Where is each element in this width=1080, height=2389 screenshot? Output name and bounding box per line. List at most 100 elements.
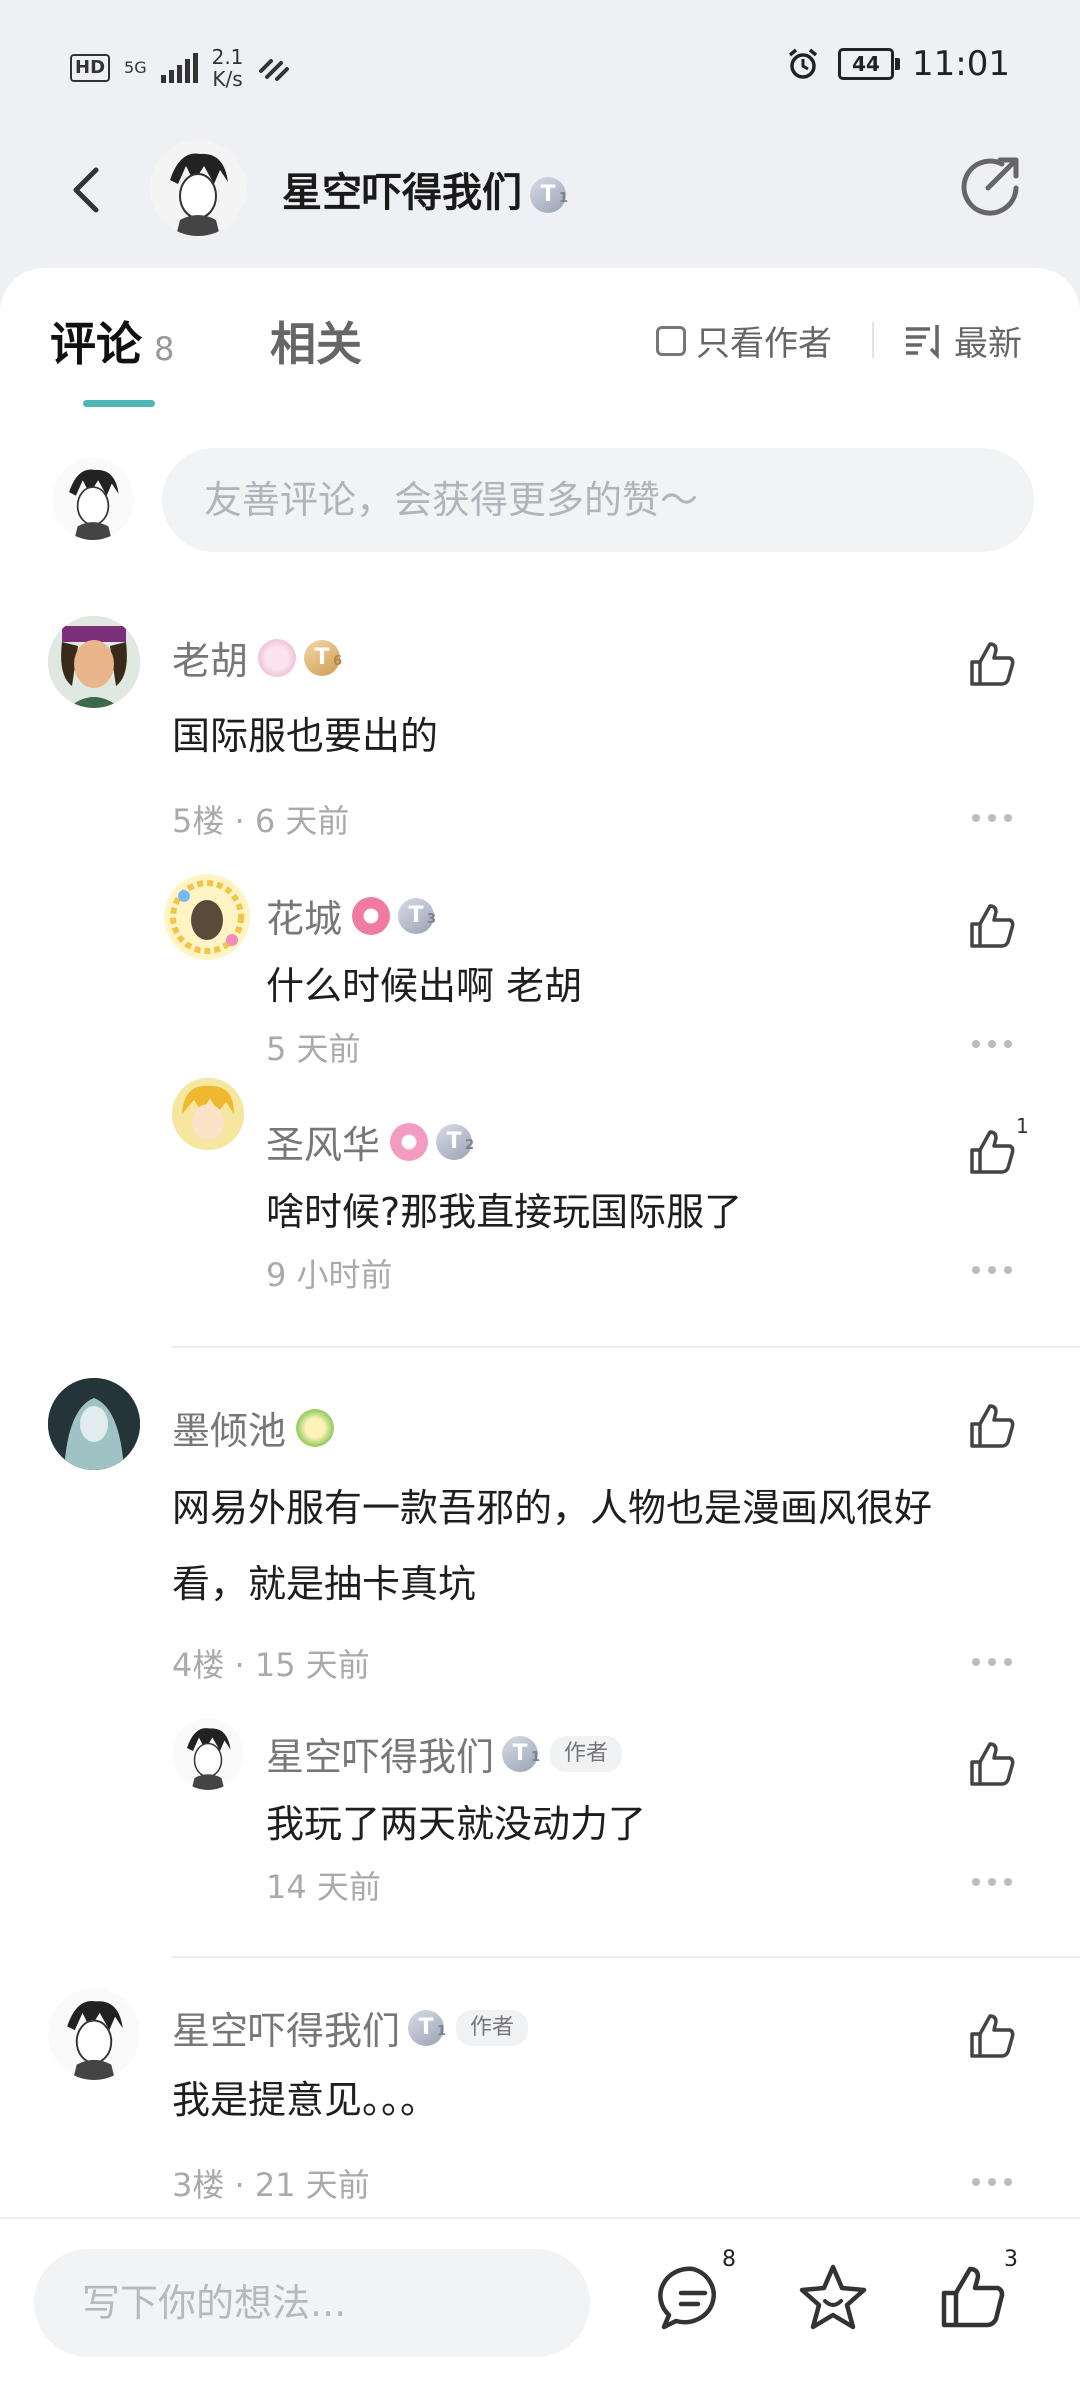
- divider: [172, 1346, 1080, 1348]
- alarm-icon: [788, 48, 818, 79]
- more-options-icon[interactable]: [972, 2178, 1012, 2188]
- hd-indicator: HD: [70, 54, 111, 82]
- sort-button[interactable]: 最新: [904, 316, 1022, 365]
- reply-text: 啥时候?那我直接玩国际服了: [266, 1190, 743, 1234]
- reply-avatar[interactable]: [164, 874, 250, 960]
- like-count: 1: [1016, 1114, 1029, 1138]
- reply-avatar[interactable]: [172, 1718, 244, 1790]
- share-icon[interactable]: [958, 154, 1022, 218]
- comment-text-line: 网易外服有一款吾邪的，人物也是漫画风很好: [172, 1486, 933, 1530]
- author-only-label: 只看作者: [696, 324, 832, 364]
- user-avatar[interactable]: [48, 616, 140, 708]
- more-options-icon[interactable]: [972, 1266, 1012, 1276]
- user-name[interactable]: 老胡 T 6: [172, 630, 342, 685]
- author-avatar[interactable]: [150, 140, 246, 236]
- time-label: 6 天前: [254, 802, 350, 840]
- tab-comments-count: 8: [154, 330, 175, 368]
- like-icon[interactable]: [966, 1400, 1018, 1452]
- sort-label: 最新: [954, 324, 1022, 364]
- back-icon[interactable]: [58, 160, 118, 220]
- like-icon[interactable]: [966, 638, 1018, 690]
- tab-comments-label: 评论: [50, 317, 142, 371]
- level-badge-icon: T2: [436, 1123, 474, 1160]
- tab-comments[interactable]: 评论 8: [50, 308, 174, 374]
- net-speed: 2.1 K/s: [212, 46, 244, 90]
- time-label: 15 天前: [254, 1646, 370, 1684]
- user-avatar[interactable]: [48, 1988, 140, 2080]
- user-name[interactable]: 墨倾池: [172, 1400, 335, 1455]
- comment-count: 8: [722, 2247, 736, 2272]
- reply-user-name[interactable]: 圣风华 T 2: [266, 1114, 474, 1169]
- author-name-text: 星空吓得我们: [282, 170, 522, 216]
- comment-meta: 3楼 · 21 天前: [172, 2160, 370, 2206]
- author-tag: 作者: [456, 2009, 529, 2046]
- reply-text: 我玩了两天就没动力了: [266, 1802, 647, 1846]
- reply-user-name-text: 星空吓得我们: [266, 1735, 495, 1779]
- reply-time: 9 小时前: [266, 1256, 393, 1294]
- user-name-text: 星空吓得我们: [172, 2009, 401, 2053]
- post-header: 星空吓得我们 T 1: [0, 130, 1080, 270]
- comment-text: 网易外服有一款吾邪的，人物也是漫画风很好 看，就是抽卡真坑: [172, 1470, 932, 1622]
- reply-text: 什么时候出啊 老胡: [266, 964, 583, 1008]
- tab-related[interactable]: 相关: [270, 308, 362, 374]
- reply-user-name-text: 花城: [266, 897, 343, 941]
- more-options-icon[interactable]: [972, 1878, 1012, 1888]
- link-icon: [259, 59, 290, 81]
- separator-dot: ·: [234, 2166, 245, 2204]
- more-options-icon[interactable]: [972, 1040, 1012, 1050]
- more-options-icon[interactable]: [972, 814, 1012, 824]
- level-badge-icon: T1: [408, 2009, 446, 2046]
- reply-user-name[interactable]: 花城 T 3: [266, 888, 436, 943]
- author-tag: 作者: [550, 1735, 623, 1772]
- user-name-text: 墨倾池: [172, 1409, 287, 1453]
- reply-time: 14 天前: [266, 1868, 381, 1906]
- level-badge-icon: T1: [502, 1735, 540, 1772]
- reply-avatar[interactable]: [172, 1078, 244, 1150]
- author-only-toggle[interactable]: 只看作者: [656, 316, 832, 365]
- reply-user-name[interactable]: 星空吓得我们 T 1 作者: [266, 1726, 623, 1781]
- speed-value: 2.1: [211, 45, 244, 69]
- level-badge-icon: T1: [530, 177, 568, 213]
- sort-icon: [906, 324, 939, 359]
- favorite-star-icon[interactable]: [796, 2261, 870, 2335]
- like-icon[interactable]: [966, 1126, 1018, 1178]
- comment-icon[interactable]: [656, 2261, 730, 2335]
- level-badge-icon: T3: [398, 897, 436, 934]
- comment-meta: 4楼 · 15 天前: [172, 1640, 370, 1686]
- divider: [872, 322, 874, 358]
- bottom-action-bar: 写下你的想法... 8 3: [0, 2217, 1080, 2389]
- network-type: 5G: [124, 58, 147, 77]
- level-badge-icon: T6: [304, 639, 342, 676]
- speed-unit: K/s: [212, 67, 243, 91]
- status-bar: HD 5G 2.1 K/s 44 11:01: [0, 0, 1080, 130]
- comment-composer: 友善评论，会获得更多的赞～: [0, 448, 1080, 558]
- floor-label: 5楼: [172, 802, 225, 840]
- like-icon[interactable]: [966, 2010, 1018, 2062]
- signal-icon: [160, 53, 198, 83]
- comment-text-line: 看，就是抽卡真坑: [172, 1562, 477, 1606]
- comment-text: 我是提意见。。。: [172, 2078, 439, 2122]
- reply-input[interactable]: 写下你的想法...: [34, 2249, 590, 2357]
- like-icon[interactable]: [966, 1738, 1018, 1790]
- tab-bar: 评论 8 相关 只看作者 最新: [0, 268, 1080, 408]
- like-icon[interactable]: [966, 900, 1018, 952]
- more-options-icon[interactable]: [972, 1658, 1012, 1668]
- user-name-text: 老胡: [172, 639, 249, 683]
- divider: [172, 1956, 1080, 1958]
- comment-meta: 5楼 · 6 天前: [172, 796, 349, 842]
- author-name[interactable]: 星空吓得我们 T 1: [282, 160, 568, 218]
- user-name[interactable]: 星空吓得我们 T 1 作者: [172, 2000, 529, 2055]
- comments-sheet: 评论 8 相关 只看作者 最新 友善评论，会获得更多的赞～ 老胡 T 6 国际服也要出…: [0, 268, 1080, 2387]
- decoration-badge-icon: [258, 638, 297, 677]
- floor-label: 4楼: [172, 1646, 225, 1684]
- battery-indicator: 44: [838, 48, 901, 80]
- checkbox-icon[interactable]: [656, 325, 686, 356]
- active-tab-indicator: [83, 400, 155, 407]
- user-avatar[interactable]: [48, 1378, 140, 1470]
- comment-text: 国际服也要出的: [172, 714, 439, 758]
- reply-time: 5 天前: [266, 1030, 361, 1068]
- like-icon[interactable]: [936, 2261, 1010, 2335]
- reply-user-name-text: 圣风华: [266, 1123, 381, 1167]
- separator-dot: ·: [234, 1646, 245, 1684]
- comment-input[interactable]: 友善评论，会获得更多的赞～: [162, 448, 1034, 552]
